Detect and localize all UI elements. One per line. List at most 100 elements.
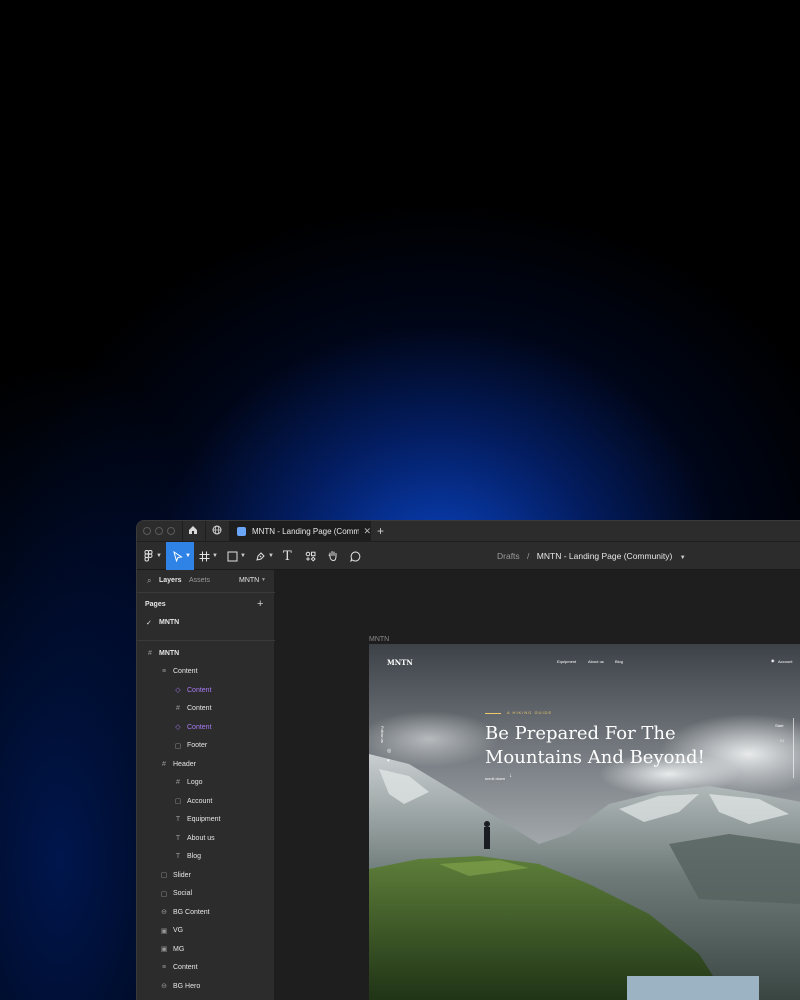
layer-name: Content (187, 723, 212, 731)
layer-item[interactable]: ⊖ BG Content (137, 903, 275, 921)
site-slider-01: 01 (780, 738, 785, 743)
file-tab-title: MNTN - Landing Page (Community) (251, 527, 360, 536)
page-item-mntn[interactable]: MNTN (159, 619, 179, 626)
layer-name: Footer (187, 742, 208, 749)
layer-name: Logo (187, 779, 203, 786)
main-menu-button[interactable]: ▼ (141, 542, 163, 570)
layer-name: Header (173, 760, 196, 768)
comment-bubble-icon (350, 550, 361, 562)
hero-title-line-2: Mountains And Beyond! (485, 747, 705, 768)
frame-label[interactable]: MNTN (369, 636, 389, 643)
layer-name: Content (187, 686, 212, 694)
hand-icon (328, 551, 337, 562)
window-close-dot[interactable] (143, 527, 151, 535)
hand-tool-button[interactable] (327, 542, 341, 570)
site-account: Account (778, 659, 793, 664)
chevron-down-icon: ▼ (156, 553, 162, 559)
layer-item[interactable]: T About us (137, 829, 275, 847)
file-tab[interactable]: MNTN - Landing Page (Community) ✕ (229, 521, 371, 542)
globe-icon[interactable] (212, 525, 222, 538)
divider (137, 592, 275, 593)
frame-tool-button[interactable]: ▼ (199, 542, 221, 570)
close-tab-icon[interactable]: ✕ (363, 526, 371, 537)
layer-name: Account (187, 797, 213, 805)
tab-assets[interactable]: Assets (189, 577, 210, 584)
layer-item[interactable]: # Logo (137, 774, 275, 792)
chevron-down-icon[interactable]: ▼ (261, 577, 266, 583)
layer-item[interactable]: ▢ Social (137, 885, 275, 903)
breadcrumb-file-name[interactable]: MNTN - Landing Page (Community) (537, 551, 673, 561)
layer-type-icon: T (175, 816, 181, 823)
shape-tool-button[interactable]: ▼ (227, 542, 249, 570)
tab-layers[interactable]: Layers (159, 577, 182, 584)
layer-type-icon: ≡ (161, 964, 167, 971)
pen-tool-button[interactable]: ▼ (255, 542, 277, 570)
comment-tool-button[interactable] (350, 542, 364, 570)
layer-type-icon: ◇ (175, 724, 181, 731)
page-selector[interactable]: MNTN (239, 577, 259, 584)
move-tool-button[interactable]: ▼ (166, 542, 194, 570)
layer-item[interactable]: # Header (137, 755, 275, 773)
layer-item[interactable]: ≡ Content (137, 663, 275, 681)
site-scroll-down: scroll down (485, 776, 506, 781)
text-t-icon: T (283, 548, 292, 564)
layer-name: Content (173, 668, 198, 675)
layer-name: Slider (173, 871, 191, 879)
add-page-button[interactable]: + (257, 598, 263, 610)
sidebar-header: ⌕ Layers Assets MNTN ▼ (137, 570, 275, 592)
search-icon[interactable]: ⌕ (147, 576, 151, 586)
layer-type-icon: T (175, 834, 181, 842)
text-tool-button[interactable]: T (283, 542, 297, 570)
layer-type-icon: ▢ (160, 890, 168, 898)
checkmark-icon: ✓ (146, 620, 152, 627)
rectangle-icon (227, 551, 238, 561)
breadcrumb-drafts[interactable]: Drafts (497, 551, 520, 561)
layer-item[interactable]: ◇ Content (137, 718, 275, 736)
home-icon[interactable] (188, 525, 198, 538)
layer-type-icon: # (148, 649, 152, 657)
layer-type-icon: ▢ (174, 798, 182, 805)
site-eyebrow: A HIKING GUIDE (507, 710, 553, 715)
site-nav-equipment: Equipment (557, 659, 577, 664)
layer-item[interactable]: # Content (137, 700, 275, 718)
pages-label: Pages (145, 601, 166, 608)
chevron-down-icon[interactable]: ▼ (680, 555, 686, 561)
window-zoom-dot[interactable] (167, 527, 175, 535)
layer-name: Content (173, 964, 198, 971)
chevron-down-icon: ▼ (268, 553, 274, 559)
layer-type-icon: # (162, 760, 166, 768)
layer-name: VG (173, 927, 184, 934)
components-tool-button[interactable] (305, 542, 319, 570)
figma-window: MNTN - Landing Page (Community) ✕ + ▼ ▼ … (136, 520, 800, 1000)
layer-name: Content (187, 705, 212, 712)
layer-item[interactable]: T Blog (137, 848, 275, 866)
mountain-hero-image (369, 644, 800, 1000)
window-minimize-dot[interactable] (155, 527, 163, 535)
layer-item[interactable]: T Equipment (137, 811, 275, 829)
pen-icon (256, 551, 265, 561)
breadcrumb-separator: / (527, 551, 530, 561)
layer-type-icon: ⊖ (161, 983, 167, 990)
layer-item[interactable]: ▣HG (137, 996, 275, 1000)
new-tab-button[interactable]: + (377, 524, 384, 538)
layer-item[interactable]: ▢ Account (137, 792, 275, 810)
layer-name: MNTN (159, 649, 180, 657)
site-slider-track (793, 718, 794, 778)
layer-name: BG Content (173, 908, 210, 916)
layer-type-icon: ▢ (174, 742, 182, 750)
layer-item[interactable]: ▢ Footer (137, 737, 275, 755)
chevron-down-icon: ▼ (185, 553, 191, 559)
layer-item[interactable]: ⊖ BG Hero (137, 977, 275, 995)
figma-file-icon (237, 527, 246, 536)
chevron-down-icon: ▼ (212, 553, 218, 559)
layer-item[interactable]: ▣ MG (137, 940, 275, 958)
layer-item[interactable]: ▢ Slider (137, 866, 275, 884)
layer-item[interactable]: # MNTN (137, 644, 275, 662)
layer-name: Social (173, 890, 193, 897)
toolbar: ▼ ▼ ▼ ▼ ▼ T Drafts / MNTN - Landing Page… (137, 542, 800, 570)
landing-page-frame[interactable]: MNTN Equipment About us Blog ◉ Account A… (369, 644, 800, 1000)
layer-item[interactable]: ◇ Content (137, 681, 275, 699)
design-canvas[interactable]: MNTN MNTN Equipment About us Blog ◉ Acco… (275, 570, 800, 1000)
layer-item[interactable]: ▣ VG (137, 922, 275, 940)
layer-item[interactable]: ≡ Content (137, 959, 275, 977)
